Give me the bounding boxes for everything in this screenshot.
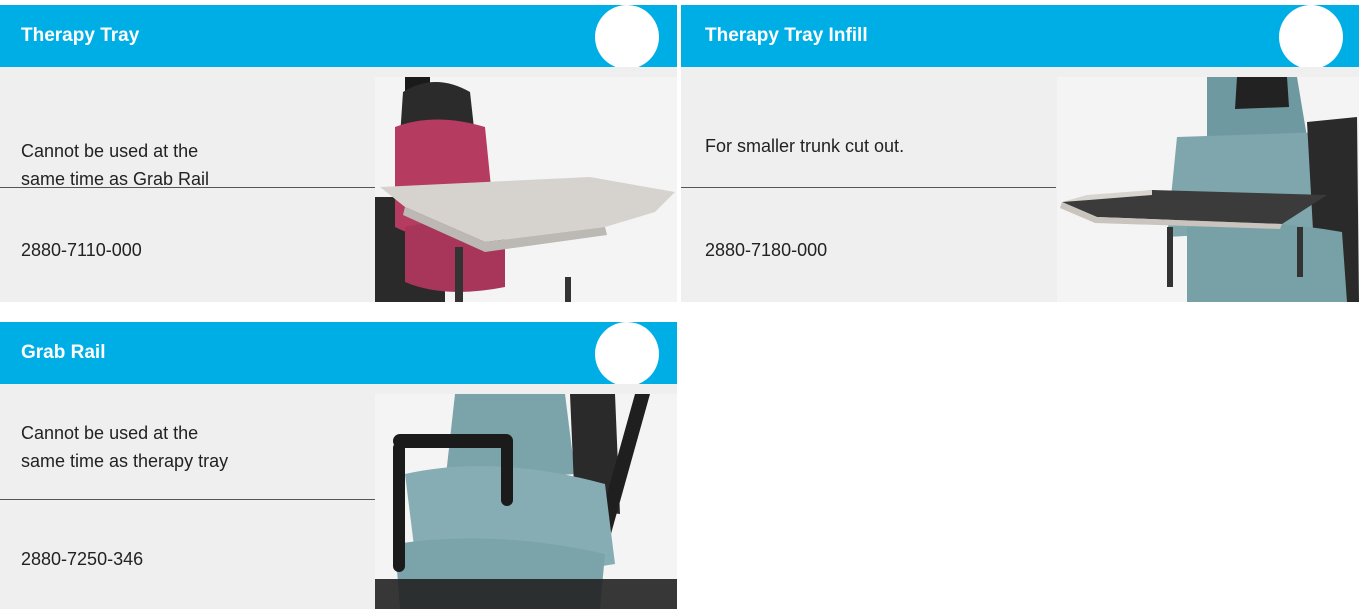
description-line: For smaller trunk cut out.: [705, 136, 905, 156]
description-line: Cannot be used at the: [21, 423, 199, 443]
card-description: Cannot be used at the same time as Grab …: [21, 137, 367, 193]
product-code: 2880-7250-346: [21, 549, 144, 569]
card-title: Therapy Tray Infill: [705, 25, 868, 46]
card-header: Therapy Tray: [0, 5, 677, 67]
product-code: 2880-7110-000: [21, 240, 142, 260]
card-therapy-tray-infill: Therapy Tray Infill For smaller trunk cu…: [681, 5, 1359, 302]
card-therapy-tray: Therapy Tray Cannot be used at the same …: [0, 5, 677, 302]
product-code: 2880-7180-000: [705, 240, 828, 260]
card-header: Therapy Tray Infill: [681, 5, 1359, 67]
card-description: For smaller trunk cut out.: [705, 132, 1049, 160]
card-title: Therapy Tray: [21, 25, 140, 46]
badge-circle: [595, 5, 659, 67]
card-title: Grab Rail: [21, 342, 106, 363]
therapy-tray-infill-photo: [1057, 77, 1359, 302]
divider: [0, 499, 375, 500]
badge-circle: [595, 322, 659, 384]
product-photo: [375, 77, 677, 302]
card-header: Grab Rail: [0, 322, 677, 384]
description-line: same time as Grab Rail: [21, 169, 210, 189]
product-photo: [375, 394, 677, 609]
card-body: For smaller trunk cut out. 2880-7180-000: [681, 77, 1359, 302]
card-grab-rail: Grab Rail Cannot be used at the same tim…: [0, 322, 677, 609]
card-description: Cannot be used at the same time as thera…: [21, 419, 367, 475]
card-body: Cannot be used at the same time as Grab …: [0, 77, 677, 302]
therapy-tray-photo: [375, 77, 677, 302]
card-body: Cannot be used at the same time as thera…: [0, 394, 677, 609]
badge-circle: [1279, 5, 1343, 67]
divider: [681, 187, 1056, 188]
grab-rail-photo: [375, 394, 677, 609]
description-line: Cannot be used at the: [21, 141, 199, 161]
product-photo: [1057, 77, 1359, 302]
description-line: same time as therapy tray: [21, 451, 229, 471]
divider: [0, 187, 375, 188]
